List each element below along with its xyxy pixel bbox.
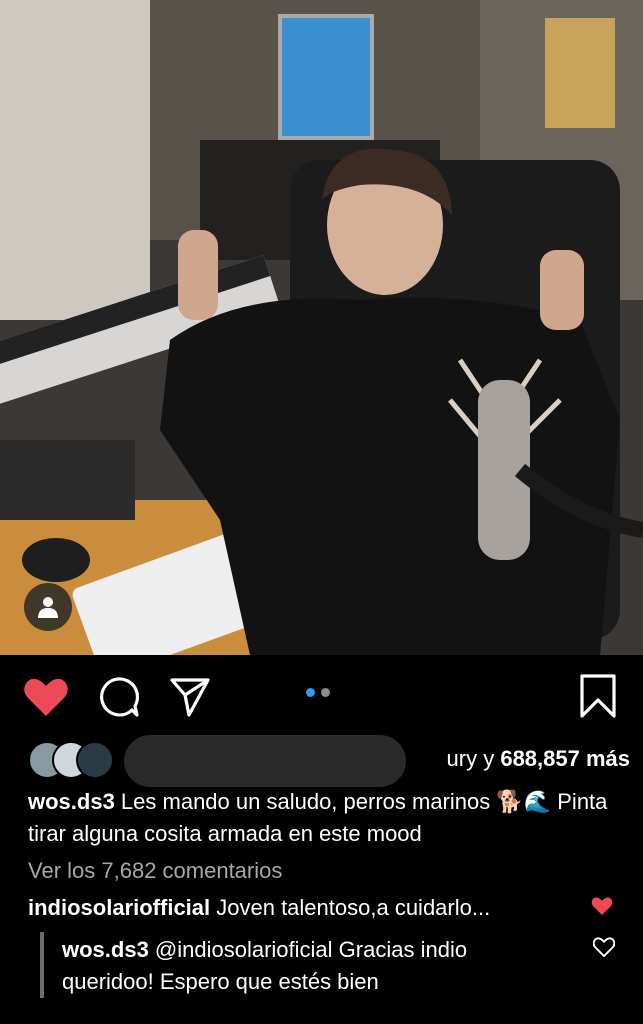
carousel-dot-active [306, 688, 315, 697]
heart-filled-icon [591, 897, 613, 916]
carousel-dot [321, 688, 330, 697]
post-photo[interactable] [0, 0, 643, 655]
share-button[interactable] [166, 673, 214, 721]
comment-text: Joven talentoso,a cuidarlo... [210, 895, 491, 920]
caption-username[interactable]: wos.ds3 [28, 789, 115, 814]
comment-button[interactable] [94, 673, 142, 721]
redacted-username [124, 735, 406, 787]
likes-count: ury y 688,857 más [447, 746, 630, 772]
like-button[interactable] [22, 673, 70, 721]
reply-username[interactable]: wos.ds3 [62, 937, 149, 962]
view-all-comments-link[interactable]: Ver los 7,682 comentarios [28, 858, 282, 884]
heart-outline-icon [592, 937, 616, 958]
comment-bubble-icon [100, 677, 140, 717]
heart-filled-icon [24, 678, 68, 716]
paper-plane-icon [170, 678, 210, 717]
reply-thread-line [40, 932, 44, 998]
comment-username[interactable]: indiosolariofficial [28, 895, 210, 920]
avatar [76, 741, 114, 779]
reply-item: wos.ds3 @indiosolarioficial Gracias indi… [62, 934, 562, 998]
post-caption: wos.ds3 Les mando un saludo, perros mari… [28, 786, 628, 850]
reply-like-button[interactable] [592, 937, 616, 962]
user-tag-icon [38, 597, 58, 618]
liker-avatars [28, 741, 118, 779]
save-button[interactable] [574, 671, 622, 721]
studio-photo-illustration [0, 0, 643, 655]
caption-text: Les mando un saludo, perros marinos 🐕🌊 P… [28, 789, 608, 846]
likes-number: 688,857 más [500, 746, 630, 771]
comment-like-button[interactable] [591, 896, 613, 921]
carousel-indicator [306, 688, 330, 697]
tag-people-button[interactable] [24, 583, 72, 631]
likes-prefix: ury y [446, 746, 501, 771]
likes-row[interactable]: ury y 688,857 más [28, 735, 630, 787]
bookmark-icon [580, 674, 616, 718]
comment-item: indiosolariofficial Joven talentoso,a cu… [28, 895, 588, 921]
